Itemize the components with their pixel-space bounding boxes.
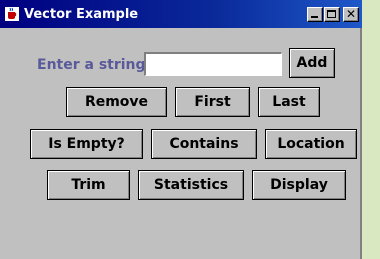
remove-button[interactable]: Remove: [66, 87, 167, 117]
close-button[interactable]: ✕: [343, 6, 359, 22]
minimize-icon: [311, 15, 318, 18]
last-button[interactable]: Last: [258, 87, 320, 117]
maximize-icon: [327, 9, 336, 18]
location-button[interactable]: Location: [265, 129, 357, 159]
trim-button[interactable]: Trim: [47, 170, 130, 200]
app-window: Vector Example ✕ Enter a string Add Remo…: [0, 0, 362, 259]
is-empty-button[interactable]: Is Empty?: [30, 129, 143, 159]
statistics-button[interactable]: Statistics: [138, 170, 244, 200]
add-button[interactable]: Add: [289, 48, 335, 78]
window-title: Vector Example: [24, 6, 139, 22]
string-input-label: Enter a string: [37, 57, 146, 73]
title-bar[interactable]: Vector Example ✕: [0, 0, 362, 28]
string-input[interactable]: [144, 52, 282, 76]
maximize-button[interactable]: [324, 6, 340, 22]
contains-button[interactable]: Contains: [151, 129, 257, 159]
display-button[interactable]: Display: [252, 170, 346, 200]
close-icon: ✕: [345, 7, 357, 21]
minimize-button[interactable]: [307, 6, 323, 22]
java-coffee-icon: [4, 6, 20, 22]
first-button[interactable]: First: [175, 87, 250, 117]
